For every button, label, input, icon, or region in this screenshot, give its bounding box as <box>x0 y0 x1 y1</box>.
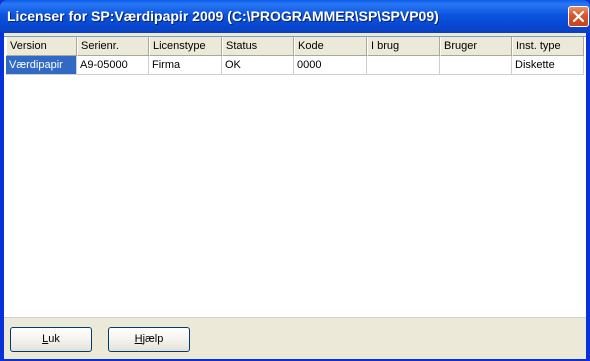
button-bar: Luk Hjælp <box>4 317 586 359</box>
column-header-in-use[interactable]: I brug <box>367 37 440 56</box>
close-window-button[interactable] <box>568 6 589 27</box>
column-header-code[interactable]: Kode <box>294 37 367 56</box>
license-dialog: Licenser for SP:Værdipapir 2009 (C:\PROG… <box>0 0 590 361</box>
help-button-mnemonic: H <box>134 333 143 345</box>
column-header-serial[interactable]: Serienr. <box>77 37 149 56</box>
license-list[interactable]: Version Serienr. Licenstype Status Kode … <box>4 36 586 317</box>
help-button[interactable]: Hjælp <box>108 327 190 352</box>
table-cell-install-type[interactable]: Diskette <box>512 56 584 75</box>
column-header-version[interactable]: Version <box>6 37 77 56</box>
table-cell-user[interactable] <box>440 56 512 75</box>
close-button-label: uk <box>48 333 60 345</box>
title-bar[interactable]: Licenser for SP:Værdipapir 2009 (C:\PROG… <box>0 0 590 33</box>
table-cell-code[interactable]: 0000 <box>294 56 367 75</box>
column-header-user[interactable]: Bruger <box>440 37 512 56</box>
table-cell-version[interactable]: Værdipapir <box>6 56 77 75</box>
column-header-install-type[interactable]: Inst. type <box>512 37 584 56</box>
column-header-license-type[interactable]: Licenstype <box>149 37 222 56</box>
close-button[interactable]: Luk <box>10 327 92 352</box>
table-cell-status[interactable]: OK <box>222 56 294 75</box>
table-cell-license-type[interactable]: Firma <box>149 56 222 75</box>
window-border-right <box>586 33 590 361</box>
table-cell-serial[interactable]: A9-05000 <box>77 56 149 75</box>
close-icon <box>572 10 585 23</box>
help-button-label: jælp <box>142 333 164 345</box>
window-title: Licenser for SP:Værdipapir 2009 (C:\PROG… <box>7 8 439 24</box>
table-cell-in-use[interactable] <box>367 56 440 75</box>
column-header-status[interactable]: Status <box>222 37 294 56</box>
